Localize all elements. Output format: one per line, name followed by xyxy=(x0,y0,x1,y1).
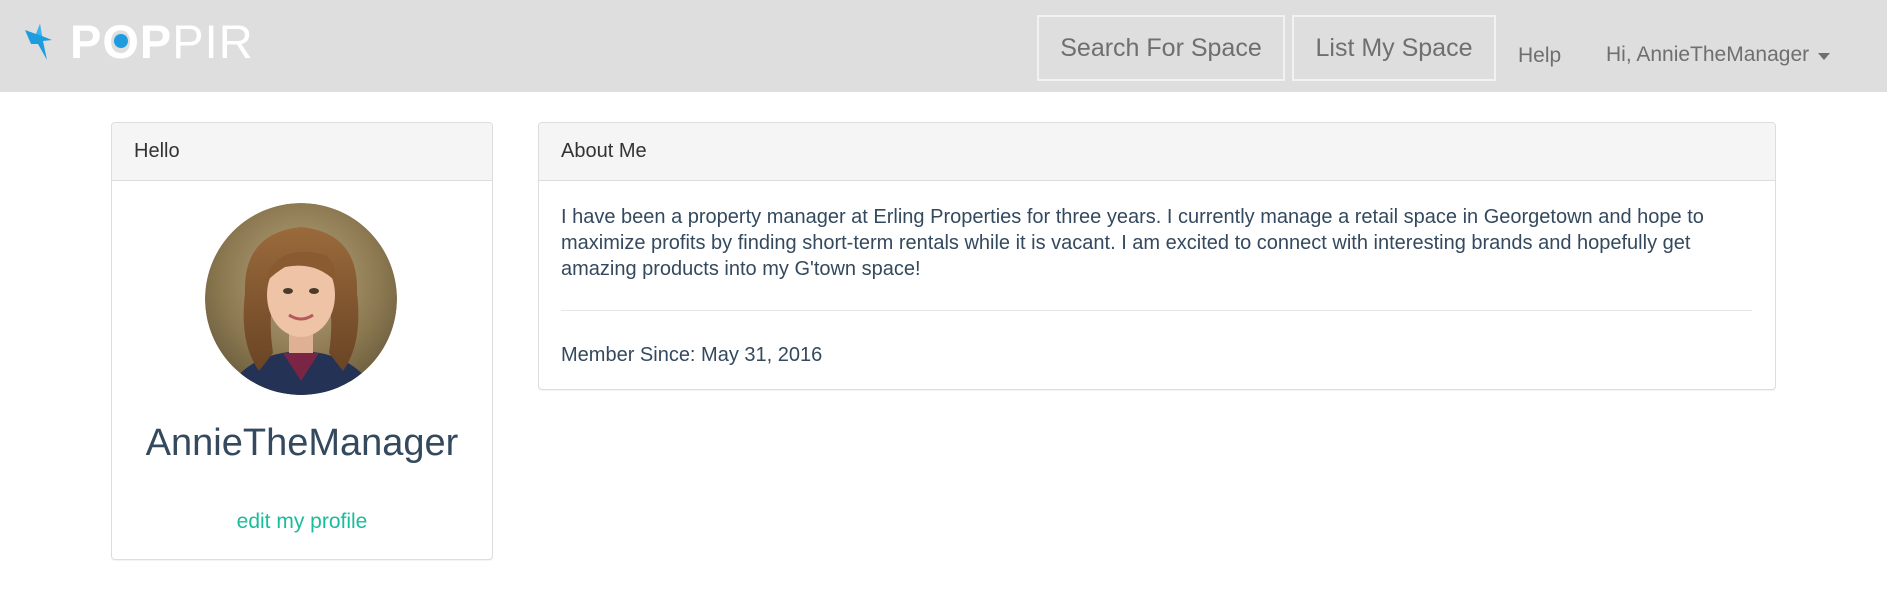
about-divider xyxy=(561,310,1752,311)
member-since-date: Member Since: May 31, 2016 xyxy=(561,344,823,366)
hummingbird-logo-icon xyxy=(25,24,52,60)
edit-profile-link[interactable]: edit my profile xyxy=(112,509,492,535)
about-me-bio: I have been a property manager at Erling… xyxy=(561,206,1704,280)
help-link[interactable]: Help xyxy=(1518,41,1561,71)
about-me-panel: About Me I have been a property manager … xyxy=(538,122,1776,390)
brand-wordmark: POPPIR xyxy=(70,15,254,68)
profile-avatar xyxy=(205,203,397,395)
search-for-space-button[interactable]: Search For Space xyxy=(1037,15,1285,81)
brand-logo[interactable]: POPPIR xyxy=(22,18,254,66)
caret-down-icon xyxy=(1818,52,1831,60)
user-menu-label: Hi, AnnieTheManager xyxy=(1606,43,1810,66)
top-navbar: POPPIR Search For Space List My Space He… xyxy=(0,0,1887,92)
list-my-space-button[interactable]: List My Space xyxy=(1292,15,1496,81)
hello-panel-heading: Hello xyxy=(112,123,492,181)
user-menu-dropdown[interactable]: Hi, AnnieTheManager xyxy=(1606,40,1831,70)
profile-username: AnnieTheManager xyxy=(145,422,459,464)
about-me-panel-heading: About Me xyxy=(539,123,1775,181)
hello-panel: Hello AnnieTheManager edit my profile xyxy=(111,122,493,560)
